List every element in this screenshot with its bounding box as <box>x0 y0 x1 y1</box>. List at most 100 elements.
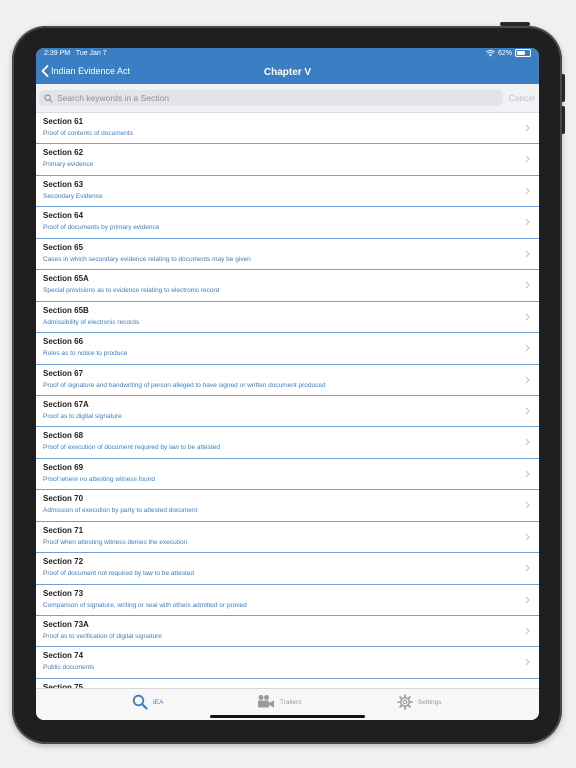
section-row[interactable]: Section 65 Cases in which secondary evide… <box>36 239 539 271</box>
battery-percent: 62% <box>497 49 512 57</box>
chevron-right-icon <box>525 250 530 258</box>
wifi-icon <box>486 49 495 57</box>
tab-settings-label: Settings <box>418 698 442 706</box>
video-camera-icon <box>258 695 274 708</box>
section-list: Section 61 Proof of contents of documents… <box>36 113 539 688</box>
chevron-right-icon <box>525 501 530 509</box>
tab-trailers-label: Trailers <box>280 698 302 706</box>
app-screen: 2:39 PM Tue Jan 7 62% Indian Evidence Ac… <box>36 48 539 720</box>
section-title: Section 72 <box>43 557 84 567</box>
section-row[interactable]: Section 67A Proof as to digital signature <box>36 396 539 428</box>
section-subtitle: Special provisions as to evidence relati… <box>43 287 220 295</box>
chevron-right-icon <box>525 156 530 163</box>
section-row[interactable]: Section 74 Public documents <box>36 647 539 679</box>
battery-icon <box>515 49 531 57</box>
search-input[interactable] <box>57 93 477 103</box>
section-row[interactable]: Section 71 Proof when attesting witness d… <box>36 522 539 554</box>
section-subtitle: Proof when attesting witness denies the … <box>43 538 188 546</box>
status-time: 2:39 PM Tue Jan 7 <box>44 50 107 57</box>
chevron-right-icon <box>525 376 530 383</box>
section-row[interactable]: Section 67 Proof of signature and handwri… <box>36 365 539 396</box>
section-row[interactable]: Section 66 Rules as to notice to produce <box>36 333 539 365</box>
section-row[interactable]: Section 73A Proof as to verification of d… <box>36 616 539 648</box>
section-subtitle: Cases in which secondary evidence relati… <box>43 255 251 263</box>
section-subtitle: Public documents <box>43 664 95 672</box>
chevron-right-icon <box>525 659 530 666</box>
chevron-right-icon <box>525 407 530 415</box>
section-title: Section 74 <box>43 651 84 661</box>
section-title: Section 67A <box>43 399 89 409</box>
chevron-right-icon <box>525 187 530 195</box>
section-subtitle: Secondary Evidence <box>43 192 103 200</box>
tab-iea-label: IEA <box>153 698 164 706</box>
section-row[interactable]: Section 69 Proof where no attesting witne… <box>36 459 539 491</box>
chevron-right-icon <box>525 533 530 541</box>
section-row[interactable]: Section 65B Admissibility of electronic r… <box>36 302 539 334</box>
chevron-right-icon <box>525 470 530 478</box>
section-title: Section 73A <box>43 620 89 629</box>
section-title: Section 73 <box>43 588 84 598</box>
section-title: Section 66 <box>43 337 84 347</box>
search-icon <box>132 694 148 710</box>
section-row[interactable]: Section 68 Proof of execution of document… <box>36 427 539 459</box>
chevron-right-icon <box>525 281 530 289</box>
section-row[interactable]: Section 70 Admission of execution by part… <box>36 490 539 522</box>
section-subtitle: Proof where no attesting witness found <box>43 475 156 483</box>
status-bar: 2:39 PM Tue Jan 7 62% <box>36 48 539 60</box>
section-title: Section 69 <box>43 462 84 472</box>
search-bar: Cancel <box>36 84 539 113</box>
status-indicators: 62% <box>486 49 531 57</box>
page-title: Chapter V <box>263 67 312 78</box>
section-subtitle: Proof of document not required by law to… <box>43 570 195 578</box>
section-subtitle: Primary evidence <box>43 161 94 169</box>
section-row[interactable]: Section 65A Special provisions as to evid… <box>36 270 539 302</box>
section-subtitle: Comparison of signature, writing or seal… <box>43 601 247 609</box>
section-subtitle: Proof of execution of document required … <box>43 444 221 452</box>
section-title: Section 65A <box>43 274 89 284</box>
section-title: Section 64 <box>43 211 84 221</box>
chevron-right-icon <box>525 564 530 572</box>
chevron-right-icon <box>525 218 530 226</box>
section-row[interactable]: Section 61 Proof of contents of documents <box>36 113 539 145</box>
navigation-bar: Indian Evidence Act Chapter V <box>36 62 539 84</box>
home-indicator <box>210 715 365 718</box>
section-row[interactable]: Section 73 Comparison of signature, writi… <box>36 585 539 616</box>
section-title: Section 67 <box>43 368 84 378</box>
section-title: Section 61 <box>43 117 84 126</box>
section-title: Section 70 <box>43 494 84 504</box>
tab-settings[interactable]: Settings <box>397 694 442 710</box>
section-subtitle: Proof as to verification of digital sign… <box>43 633 162 640</box>
section-row[interactable]: Section 72 Proof of document not required… <box>36 553 539 585</box>
tab-iea[interactable]: IEA <box>132 694 163 710</box>
cancel-button[interactable]: Cancel <box>509 93 535 103</box>
chevron-right-icon <box>525 627 530 635</box>
section-row[interactable]: Section 64 Proof of documents by primary … <box>36 207 539 239</box>
chevron-right-icon <box>525 124 530 132</box>
search-field[interactable] <box>39 90 503 106</box>
section-row[interactable]: Section 63 Secondary Evidence <box>36 176 539 208</box>
chevron-right-icon <box>525 438 530 446</box>
section-subtitle: Proof of signature and handwriting of pe… <box>43 381 326 389</box>
section-subtitle: Admissibility of electronic records <box>43 318 140 326</box>
section-subtitle: Proof of documents by primary evidence <box>43 224 160 232</box>
section-row[interactable]: Section 62 Primary evidence <box>36 144 539 176</box>
section-title: Section 68 <box>43 431 84 441</box>
section-title: Section 71 <box>43 525 84 535</box>
section-subtitle: Admission of execution by party to attes… <box>43 507 198 515</box>
section-title: Section 63 <box>43 179 84 189</box>
chevron-right-icon <box>525 344 530 352</box>
section-title: Section 62 <box>43 148 84 158</box>
section-subtitle: Proof as to digital signature <box>43 412 122 420</box>
section-title: Section 65B <box>43 305 89 315</box>
section-title: Section 65 <box>43 242 84 252</box>
status-clock: 2:39 PM <box>44 50 71 57</box>
section-row[interactable]: Section 75 <box>36 679 539 688</box>
status-date: Tue Jan 7 <box>75 50 107 57</box>
section-subtitle: Rules as to notice to produce <box>43 350 128 358</box>
header: 2:39 PM Tue Jan 7 62% Indian Evidence Ac… <box>36 48 539 84</box>
search-icon <box>44 93 53 103</box>
tab-trailers[interactable]: Trailers <box>257 694 301 710</box>
chevron-right-icon <box>525 596 530 603</box>
gear-icon <box>397 694 413 710</box>
section-subtitle: Proof of contents of documents <box>43 130 133 137</box>
